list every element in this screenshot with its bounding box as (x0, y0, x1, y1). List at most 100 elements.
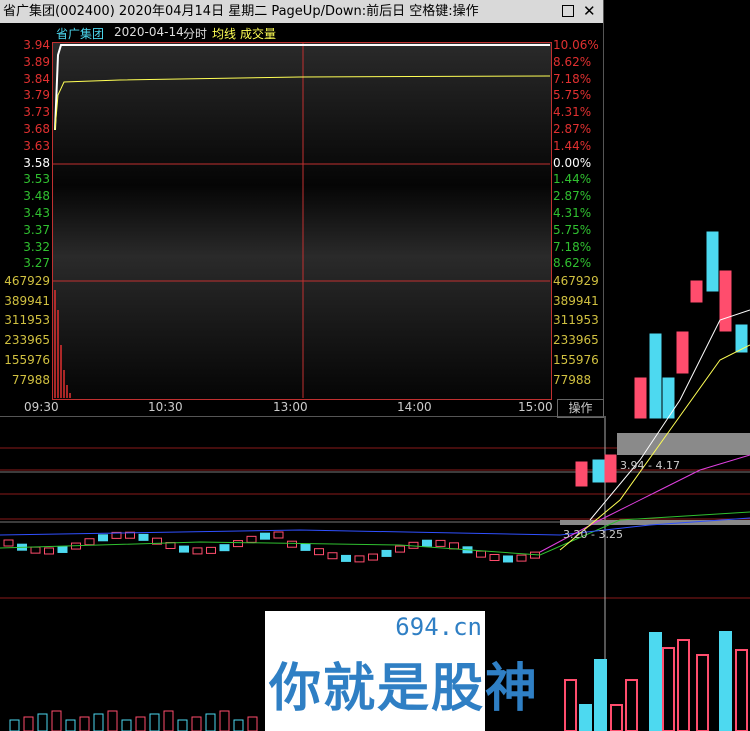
candle-up (634, 377, 647, 419)
price-tick-label: 3.94 (23, 38, 50, 52)
volume-bar (233, 719, 244, 731)
candle-up (314, 548, 324, 556)
candle-down (341, 554, 351, 562)
candle-up (690, 280, 703, 303)
volume-bar (247, 716, 258, 731)
volume-up (735, 649, 748, 731)
volume-tick-label: 77988 (553, 372, 592, 387)
percent-tick-label: 5.75% (553, 222, 592, 237)
close-icon[interactable]: ✕ (583, 0, 596, 23)
volume-label: 成交量 (240, 27, 277, 41)
volume-bar (219, 710, 230, 731)
candle-up (368, 553, 378, 561)
price-tick-label: 3.68 (23, 122, 50, 136)
volume-up (564, 679, 577, 731)
volume-tick-label: 389941 (553, 293, 599, 308)
window-title: 省广集团(002400) 2020年04月14日 星期二 PageUp/Down… (3, 4, 479, 19)
avg-line-label: 均线 (212, 27, 237, 41)
candle-up (287, 540, 297, 548)
candle-up (489, 554, 500, 562)
time-label: 10:30 (148, 400, 183, 414)
volume-tick-label: 77988 (11, 372, 50, 387)
volume-tick-label: 389941 (4, 293, 50, 308)
percent-tick-label: 7.18% (553, 71, 592, 86)
price-tick-label: 3.43 (23, 206, 50, 220)
candle-up (575, 461, 588, 487)
candle-up (84, 538, 95, 546)
title-bar[interactable]: 省广集团(002400) 2020年04月14日 星期二 PageUp/Down… (0, 0, 603, 23)
candle-down (381, 549, 392, 557)
range-label-lower: 3.20 - 3.25 (563, 528, 623, 541)
volume-bar (51, 710, 62, 731)
time-label: 13:00 (273, 400, 308, 414)
percent-tick-label: 8.62% (553, 54, 592, 69)
range-label-upper: 3.94 - 4.17 (620, 459, 680, 472)
percent-tick-label: 4.31% (553, 206, 592, 220)
price-tick-label: 3.84 (23, 71, 50, 86)
resistance-band (617, 433, 750, 455)
volume-up (662, 647, 675, 731)
price-tick-label: 3.73 (23, 105, 50, 120)
volume-bar (149, 713, 160, 731)
volume-up (696, 654, 709, 731)
volume-bar (93, 713, 104, 731)
candle-down (138, 533, 149, 541)
percent-tick-label: 1.44% (553, 138, 592, 153)
volume-up (677, 639, 690, 731)
candle-up (246, 535, 257, 543)
candle-down (57, 545, 68, 553)
volume-bar (37, 713, 48, 731)
volume-up (610, 704, 623, 731)
volume-down (594, 659, 607, 731)
percent-tick-label: 0.00% (553, 155, 592, 170)
price-tick-label: 3.63 (23, 138, 50, 153)
action-button[interactable]: 操作 (557, 399, 604, 418)
volume-tick-label: 311953 (553, 313, 599, 328)
price-tick-label: 3.27 (23, 256, 50, 271)
percent-tick-label: 7.18% (553, 239, 592, 254)
price-tick-label: 3.79 (23, 88, 50, 103)
volume-tick-label: 155976 (4, 352, 50, 367)
volume-bar (9, 719, 20, 731)
volume-tick-label: 311953 (4, 313, 50, 328)
percent-tick-label: 1.44% (553, 172, 592, 187)
candle-down (592, 459, 605, 483)
percent-tick-label: 8.62% (553, 256, 592, 271)
candle-down (179, 545, 189, 553)
candle-down (98, 534, 108, 542)
time-label: 14:00 (397, 400, 432, 414)
candle-up (604, 454, 617, 483)
time-label: 09:30 (24, 400, 59, 414)
volume-down (719, 631, 732, 731)
volume-down (579, 704, 592, 731)
volume-down (649, 632, 662, 731)
candle-up (327, 552, 338, 560)
candle-up (354, 555, 365, 563)
price-tick-label: 3.37 (23, 222, 50, 237)
volume-tick-label: 233965 (553, 333, 599, 348)
candle-down (260, 532, 270, 540)
volume-bar (163, 710, 174, 731)
volume-tick-label: 155976 (553, 352, 599, 367)
candle-down (503, 555, 513, 563)
candle-up (719, 270, 732, 332)
candle-up (192, 547, 203, 555)
maximize-icon[interactable] (562, 5, 574, 17)
percent-tick-label: 10.06% (553, 38, 599, 52)
price-tick-label: 3.89 (23, 54, 50, 69)
volume-bar (79, 716, 90, 731)
volume-bar (135, 716, 146, 731)
watermark: 694.cn 你就是股神 (265, 611, 537, 731)
candle-up (435, 539, 446, 547)
price-tick-label: 3.58 (23, 155, 50, 170)
candle-up (44, 547, 54, 555)
intraday-window[interactable]: 省广集团(002400) 2020年04月14日 星期二 PageUp/Down… (0, 0, 604, 418)
candle-up (3, 539, 14, 547)
price-tick-label: 3.32 (23, 239, 50, 254)
candle-up (516, 554, 527, 562)
candle-up (676, 331, 689, 374)
date-label: 2020-04-14 (114, 25, 184, 39)
percent-tick-label: 2.87% (553, 189, 592, 204)
intraday-plot[interactable] (52, 42, 552, 400)
candle-up (395, 545, 405, 553)
